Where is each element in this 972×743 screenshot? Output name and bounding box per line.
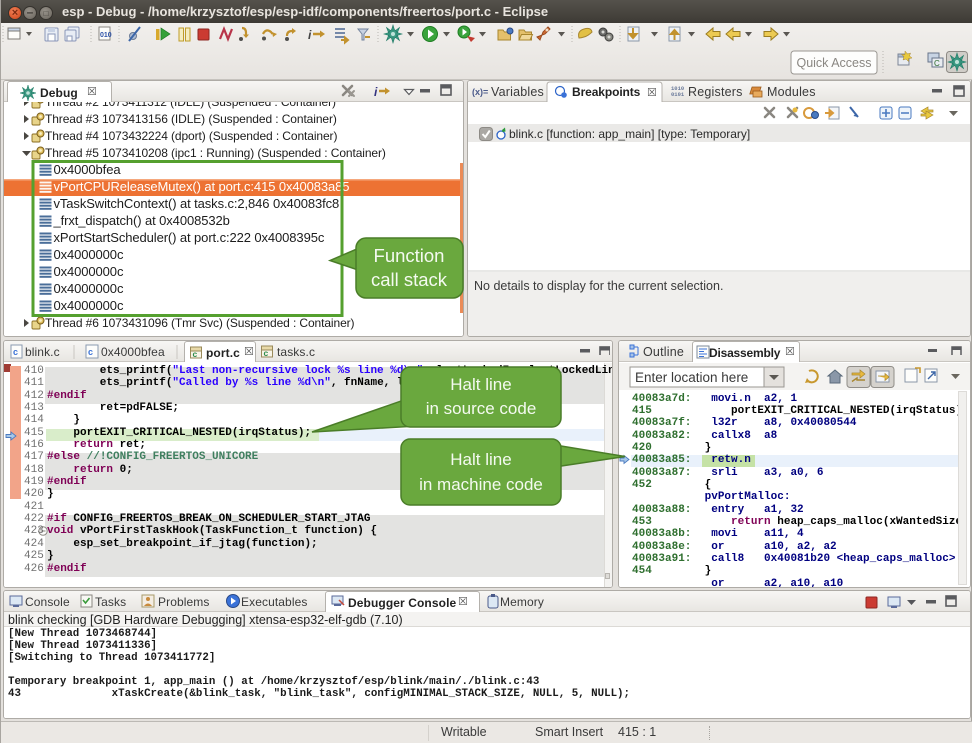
svg-text:_frxt_dispatch() at 0x4008532b: _frxt_dispatch() at 0x4008532b: [53, 213, 230, 228]
svg-text:vPortCPUReleaseMutex() at port: vPortCPUReleaseMutex() at port.c:415 0x4…: [54, 179, 350, 194]
svg-text:C: C: [934, 59, 940, 68]
svg-text:Outline: Outline: [643, 345, 684, 359]
svg-text:i: i: [308, 28, 312, 42]
svg-text:Enter location here: Enter location here: [635, 370, 748, 385]
svg-text:Breakpoints: Breakpoints: [572, 85, 641, 99]
svg-text:vTaskSwitchContext() at tasks.: vTaskSwitchContext() at tasks.c:2,846 0x…: [54, 196, 340, 211]
svg-text:010: 010: [100, 32, 112, 39]
svg-text:Quick Access: Quick Access: [796, 56, 871, 70]
svg-text:i: i: [374, 85, 378, 99]
svg-text:0x4000000c: 0x4000000c: [54, 298, 124, 313]
svg-text:blink.c [function: app_main] [: blink.c [function: app_main] [type: Temp…: [509, 127, 750, 141]
svg-text:Registers: Registers: [688, 85, 743, 99]
svg-text:Modules: Modules: [767, 85, 816, 99]
svg-text:0x4000000c: 0x4000000c: [54, 247, 124, 262]
svg-text:(x)=: (x)=: [472, 87, 488, 97]
svg-text:0101: 0101: [671, 91, 685, 98]
svg-text:xPortStartScheduler() at port.: xPortStartScheduler() at port.c:222 0x40…: [54, 230, 325, 245]
svg-text:c: c: [193, 349, 198, 359]
svg-text:Thread #2 1073411312 (IDLE) (S: Thread #2 1073411312 (IDLE) (Suspended :…: [45, 102, 336, 109]
svg-text:Thread #3 1073413156 (IDLE) (S: Thread #3 1073413156 (IDLE) (Suspended :…: [45, 112, 337, 126]
svg-text:Thread #4 1073432224 (dport) (: Thread #4 1073432224 (dport) (Suspended …: [45, 129, 337, 143]
svg-text:Thread #6 1073431096 (Tmr Svc): Thread #6 1073431096 (Tmr Svc) (Suspende…: [45, 316, 355, 330]
svg-text:☒: ☒: [647, 87, 657, 99]
svg-text:0x4000000c: 0x4000000c: [54, 281, 124, 296]
svg-text:No details to display for the: No details to display for the current se…: [474, 279, 723, 293]
svg-text:c: c: [13, 347, 18, 357]
svg-text:c: c: [264, 348, 269, 358]
svg-text:c: c: [88, 347, 93, 357]
svg-text:Thread #5 1073410208 (ipc1 : R: Thread #5 1073410208 (ipc1 : Running) (S…: [45, 146, 386, 160]
svg-text:0x4000bfea: 0x4000bfea: [54, 162, 122, 177]
svg-text:Variables: Variables: [491, 85, 544, 99]
svg-text:0x4000000c: 0x4000000c: [54, 264, 124, 279]
